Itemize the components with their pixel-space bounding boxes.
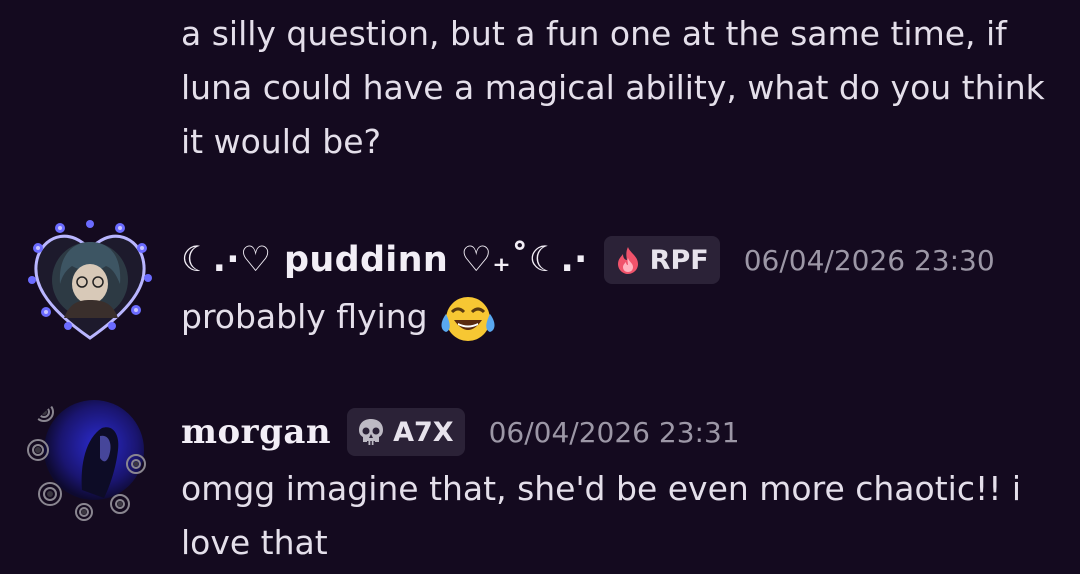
message-row: probably flying [181,290,1061,346]
skull-icon [359,419,384,445]
username[interactable]: morgan [181,412,331,452]
tag-label: RPF [649,244,709,276]
tag-label: A7X [393,416,454,448]
message-text: a silly question, but a fun one at the s… [181,14,1056,161]
user-avatar[interactable] [24,394,156,524]
server-tag[interactable]: A7X [347,408,465,456]
timestamp: 06/04/2026 23:31 [488,415,740,449]
username[interactable]: ☾.·♡ puddinn ♡₊˚☾.· [181,240,588,280]
message-text: omgg imagine that, she'd be even more ch… [181,469,1032,562]
flame-icon [617,247,638,274]
user-avatar[interactable] [24,214,156,346]
message-text: probably flying [181,297,428,336]
face-with-tears-of-joy-icon [441,296,495,341]
timestamp: 06/04/2026 23:30 [743,243,995,277]
server-tag[interactable]: RPF [603,236,720,284]
